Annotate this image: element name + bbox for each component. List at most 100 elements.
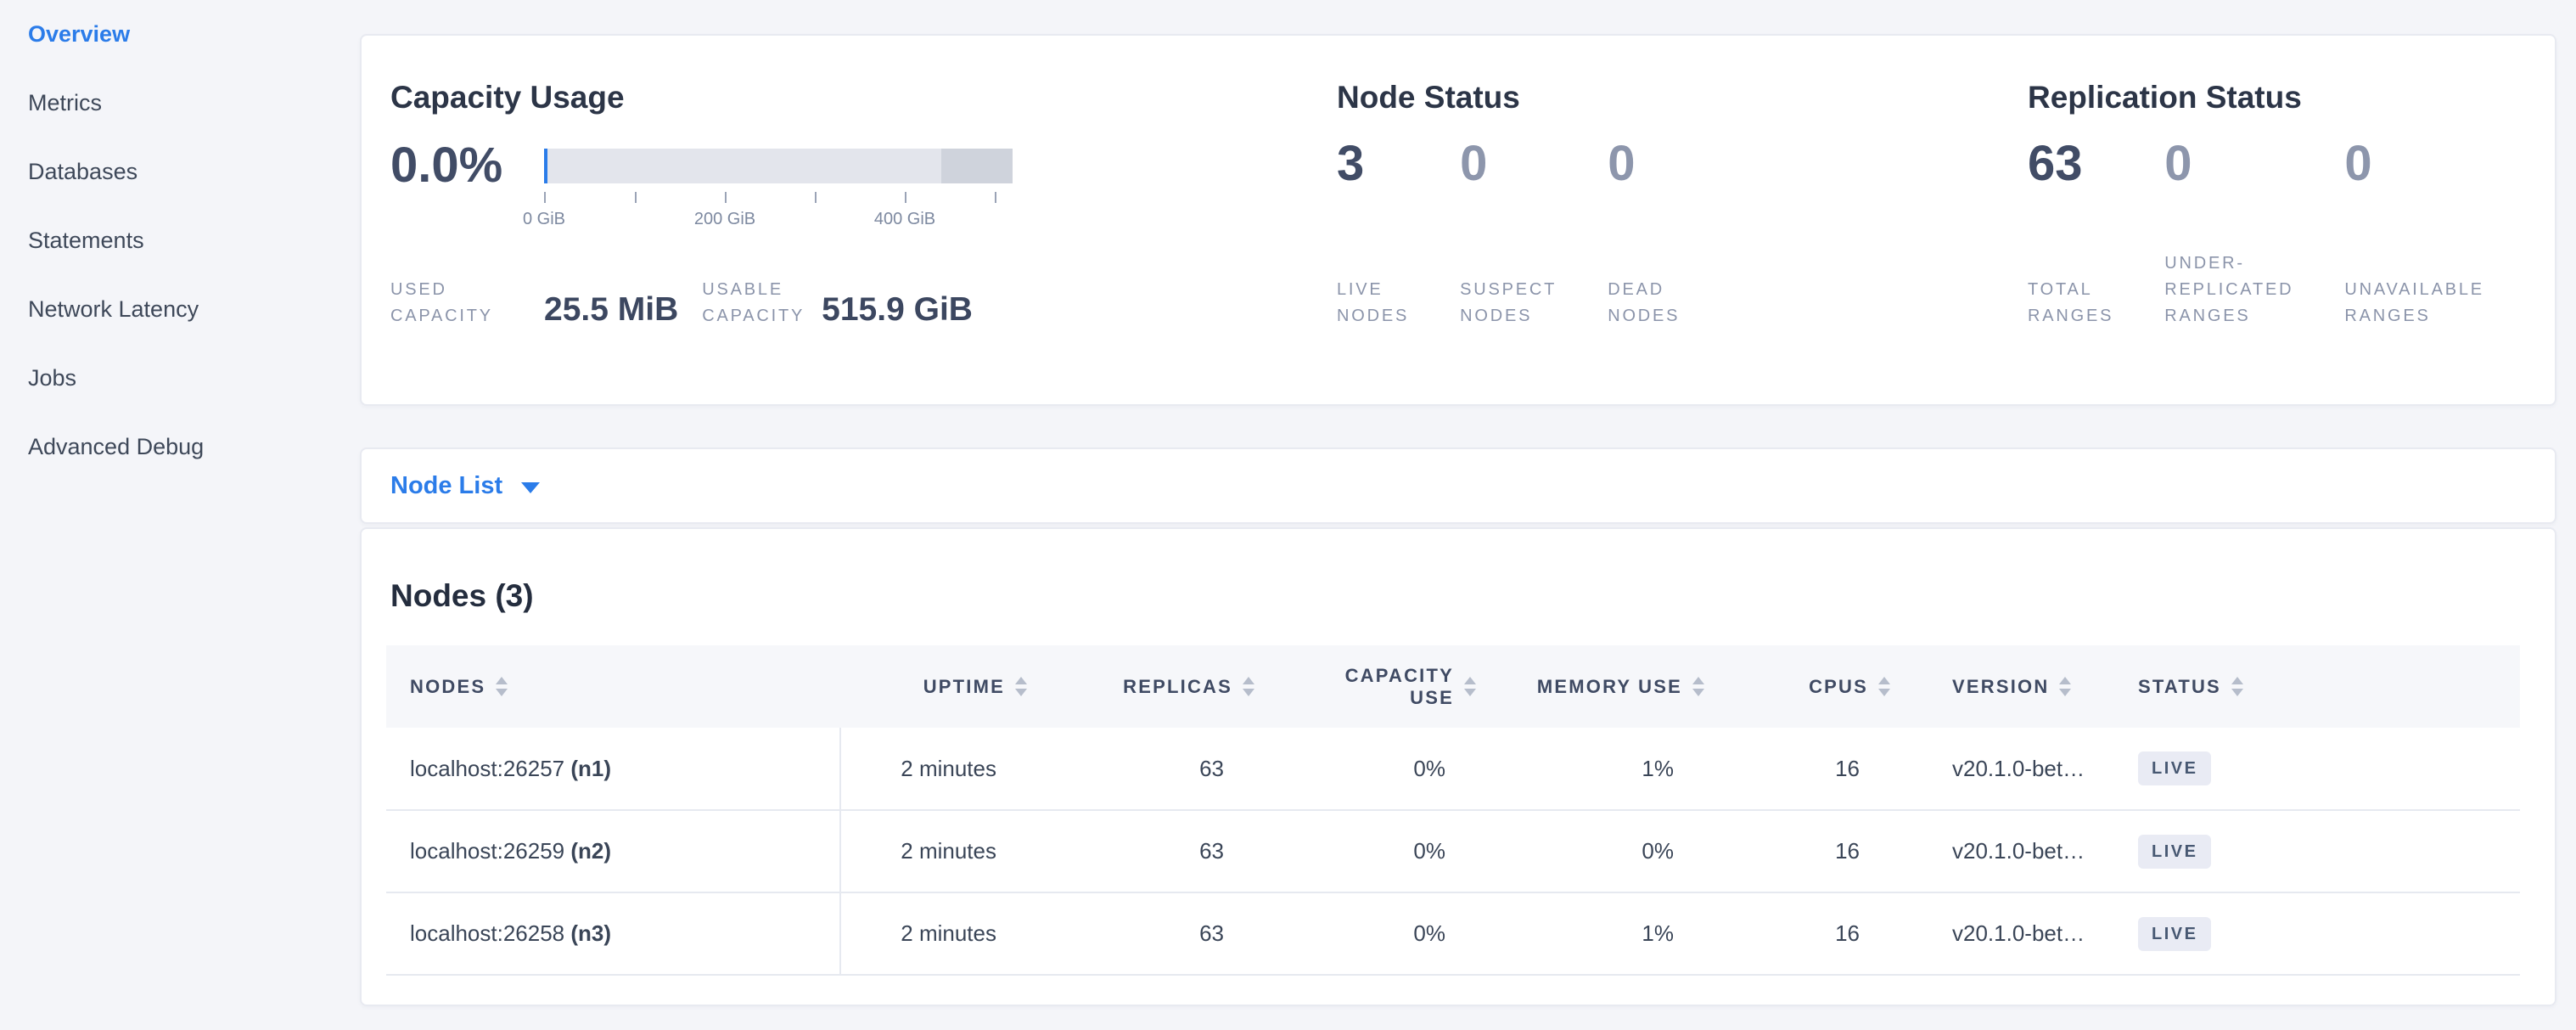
node-address-cell[interactable]: localhost:26257 (n1) — [386, 728, 840, 810]
sort-icon[interactable] — [1243, 677, 1254, 696]
used-capacity-label: USED CAPACITY — [390, 248, 544, 329]
table-row: localhost:26259 (n2) 2 minutes 63 0% 0% … — [386, 810, 2520, 892]
cpus-cell: 16 — [1721, 892, 1907, 975]
suspect-nodes-stat: 0 SUSPECT NODES — [1460, 115, 1557, 329]
sidebar-item-statements[interactable]: Statements — [28, 206, 360, 275]
node-address[interactable]: localhost:26259 — [410, 838, 564, 864]
status-cell: LIVE — [2119, 810, 2520, 892]
sort-icon[interactable] — [1692, 677, 1704, 696]
capacity-stats: USED CAPACITY 25.5 MiB USABLE CAPACITY 5… — [390, 248, 1337, 329]
sidebar-nav: Overview Metrics Databases Statements Ne… — [0, 0, 360, 481]
total-ranges-value: 63 — [2028, 131, 2113, 248]
nodes-table-card: Nodes (3) NODES UPTIME — [360, 527, 2556, 1006]
dead-nodes-label: DEAD NODES — [1608, 248, 1680, 329]
node-address[interactable]: localhost:26257 — [410, 756, 564, 781]
sort-icon[interactable] — [1015, 677, 1027, 696]
capacity-bar-other-segment — [941, 149, 1013, 183]
version-cell: v20.1.0-bet… — [1907, 728, 2119, 810]
table-row: localhost:26258 (n3) 2 minutes 63 0% 1% … — [386, 892, 2520, 975]
replication-status-panel: Replication Status 63 TOTAL RANGES 0 UND… — [2028, 81, 2555, 404]
memory-use-cell: 0% — [1493, 810, 1721, 892]
status-badge: LIVE — [2138, 917, 2211, 951]
capacity-usage-title: Capacity Usage — [390, 81, 1337, 115]
sidebar-item-metrics[interactable]: Metrics — [28, 69, 360, 138]
axis-tick — [725, 192, 727, 203]
capacity-use-cell: 0% — [1271, 810, 1493, 892]
caret-down-icon — [521, 482, 540, 493]
axis-tick-label: 200 GiB — [694, 210, 755, 229]
sidebar-item-jobs[interactable]: Jobs — [28, 344, 360, 413]
column-header-cpus[interactable]: CPUS — [1721, 645, 1907, 728]
sidebar-item-databases[interactable]: Databases — [28, 138, 360, 206]
capacity-bar-used-segment — [544, 149, 547, 183]
dead-nodes-value: 0 — [1608, 131, 1680, 248]
node-address-cell[interactable]: localhost:26259 (n2) — [386, 810, 840, 892]
axis-tick — [995, 192, 996, 203]
node-list-dropdown[interactable]: Node List — [390, 472, 540, 500]
unavailable-ranges-label: UNAVAILABLE RANGES — [2344, 248, 2484, 329]
capacity-bar-chart: 0 GiB 200 GiB 400 GiB — [544, 149, 1013, 248]
capacity-usage-panel: Capacity Usage 0.0% 0 GiB 200 GiB 400 Gi… — [390, 81, 1337, 404]
replicas-cell: 63 — [1044, 810, 1271, 892]
column-header-nodes[interactable]: NODES — [386, 645, 840, 728]
node-status-stats: 3 LIVE NODES 0 SUSPECT NODES 0 DEAD NODE… — [1337, 115, 2028, 329]
under-replicated-ranges-stat: 0 UNDER- REPLICATED RANGES — [2164, 115, 2293, 329]
replication-status-stats: 63 TOTAL RANGES 0 UNDER- REPLICATED RANG… — [2028, 115, 2555, 329]
node-address[interactable]: localhost:26258 — [410, 920, 564, 946]
node-address-cell[interactable]: localhost:26258 (n3) — [386, 892, 840, 975]
usable-capacity-label: USABLE CAPACITY — [702, 248, 805, 329]
node-id: (n3) — [570, 920, 611, 946]
total-ranges-label: TOTAL RANGES — [2028, 248, 2113, 329]
sidebar-item-advanced-debug[interactable]: Advanced Debug — [28, 413, 360, 481]
table-header-row: NODES UPTIME REPLICAS — [386, 645, 2520, 728]
status-cell: LIVE — [2119, 728, 2520, 810]
live-nodes-value: 3 — [1337, 131, 1409, 248]
axis-tick — [815, 192, 817, 203]
suspect-nodes-label: SUSPECT NODES — [1460, 248, 1557, 329]
uptime-cell: 2 minutes — [840, 728, 1044, 810]
node-id: (n1) — [570, 756, 611, 781]
capacity-bar-usable-segment — [544, 149, 1013, 183]
column-header-status[interactable]: STATUS — [2119, 645, 2520, 728]
capacity-gauge: 0.0% 0 GiB 200 GiB 400 GiB — [390, 131, 1337, 248]
cpus-cell: 16 — [1721, 728, 1907, 810]
column-header-uptime[interactable]: UPTIME — [840, 645, 1044, 728]
sidebar-item-network-latency[interactable]: Network Latency — [28, 275, 360, 344]
version-cell: v20.1.0-bet… — [1907, 892, 2119, 975]
under-replicated-ranges-value: 0 — [2164, 131, 2293, 248]
version-cell: v20.1.0-bet… — [1907, 810, 2119, 892]
sidebar: Overview Metrics Databases Statements Ne… — [0, 0, 360, 1030]
usable-capacity-value: 515.9 GiB — [822, 293, 973, 326]
sort-icon[interactable] — [1878, 677, 1890, 696]
replicas-cell: 63 — [1044, 892, 1271, 975]
column-header-memory-use[interactable]: MEMORY USE — [1493, 645, 1721, 728]
suspect-nodes-value: 0 — [1460, 131, 1557, 248]
axis-tick — [544, 192, 546, 203]
under-replicated-ranges-label: UNDER- REPLICATED RANGES — [2164, 248, 2293, 329]
column-header-capacity-use[interactable]: CAPACITY USE — [1271, 645, 1493, 728]
axis-tick — [635, 192, 637, 203]
total-ranges-stat: 63 TOTAL RANGES — [2028, 115, 2113, 329]
node-list-card: Node List — [360, 447, 2556, 524]
unavailable-ranges-value: 0 — [2344, 131, 2484, 248]
column-header-version[interactable]: VERSION — [1907, 645, 2119, 728]
sort-icon[interactable] — [1464, 677, 1476, 696]
status-badge: LIVE — [2138, 835, 2211, 869]
nodes-heading: Nodes (3) — [390, 579, 2517, 613]
axis-tick-label: 0 GiB — [523, 210, 565, 229]
sort-icon[interactable] — [2231, 677, 2243, 696]
sort-icon[interactable] — [2059, 677, 2071, 696]
node-status-title: Node Status — [1337, 81, 2028, 115]
dead-nodes-stat: 0 DEAD NODES — [1608, 115, 1680, 329]
uptime-cell: 2 minutes — [840, 892, 1044, 975]
node-status-panel: Node Status 3 LIVE NODES 0 SUSPECT NODES… — [1337, 81, 2028, 404]
unavailable-ranges-stat: 0 UNAVAILABLE RANGES — [2344, 115, 2484, 329]
capacity-used-percent: 0.0% — [390, 138, 544, 248]
capacity-use-cell: 0% — [1271, 892, 1493, 975]
sort-icon[interactable] — [496, 677, 508, 696]
column-header-replicas[interactable]: REPLICAS — [1044, 645, 1271, 728]
cluster-summary-card: Capacity Usage 0.0% 0 GiB 200 GiB 400 Gi… — [360, 34, 2556, 406]
table-row: localhost:26257 (n1) 2 minutes 63 0% 1% … — [386, 728, 2520, 810]
live-nodes-label: LIVE NODES — [1337, 248, 1409, 329]
sidebar-item-overview[interactable]: Overview — [28, 0, 360, 69]
